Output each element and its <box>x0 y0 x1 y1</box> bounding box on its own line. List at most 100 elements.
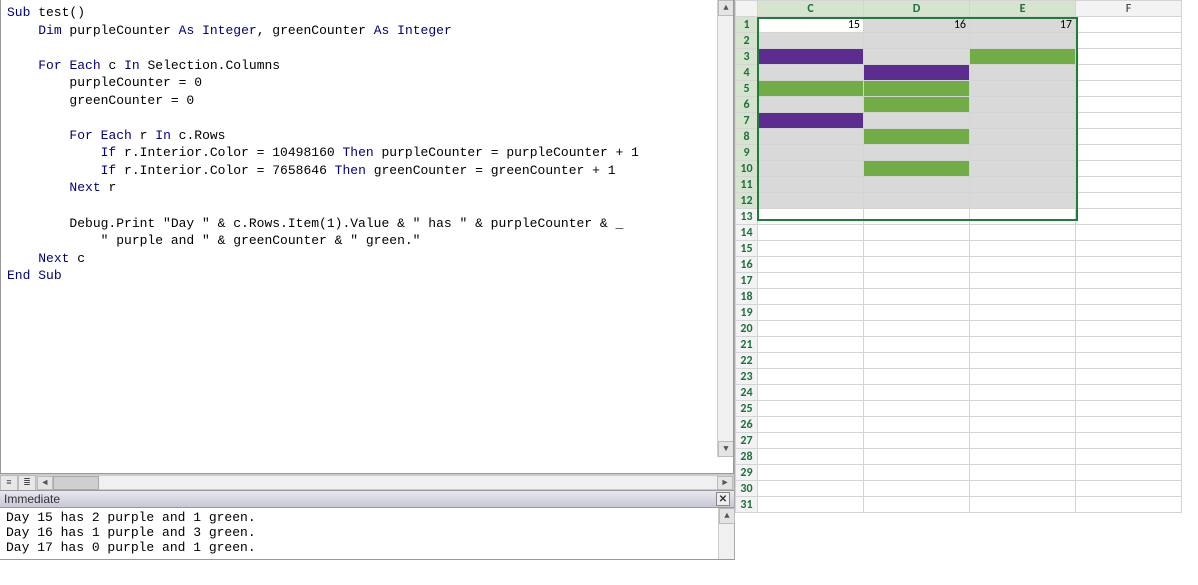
cell[interactable] <box>1076 337 1182 353</box>
row-header[interactable]: 14 <box>736 225 758 241</box>
row-header[interactable]: 22 <box>736 353 758 369</box>
cell[interactable] <box>1076 241 1182 257</box>
cell[interactable] <box>970 465 1076 481</box>
cell[interactable] <box>864 257 970 273</box>
cell[interactable] <box>864 481 970 497</box>
cell[interactable] <box>864 289 970 305</box>
full-view-icon[interactable]: ≣ <box>18 475 36 491</box>
cell[interactable] <box>864 305 970 321</box>
cell[interactable] <box>864 33 970 49</box>
row-header[interactable]: 2 <box>736 33 758 49</box>
cell[interactable] <box>864 401 970 417</box>
code-vertical-scrollbar[interactable]: ▲ ▼ <box>717 0 733 457</box>
row-header[interactable]: 29 <box>736 465 758 481</box>
cell[interactable] <box>1076 209 1182 225</box>
row-header[interactable]: 16 <box>736 257 758 273</box>
scroll-up-arrow[interactable]: ▲ <box>718 0 734 16</box>
cell[interactable] <box>758 449 864 465</box>
close-immediate-button[interactable]: ✕ <box>716 492 730 506</box>
column-header[interactable]: E <box>970 1 1076 17</box>
cell[interactable] <box>864 97 970 113</box>
cell[interactable] <box>864 49 970 65</box>
cell[interactable] <box>758 305 864 321</box>
cell[interactable] <box>970 161 1076 177</box>
row-header[interactable]: 10 <box>736 161 758 177</box>
cell[interactable] <box>970 417 1076 433</box>
cell[interactable] <box>1076 225 1182 241</box>
row-header[interactable]: 6 <box>736 97 758 113</box>
cell[interactable] <box>864 417 970 433</box>
cell[interactable] <box>970 337 1076 353</box>
spreadsheet-pane[interactable]: CDEF115161723456789101112131415161718192… <box>735 0 1198 560</box>
cell[interactable] <box>864 161 970 177</box>
cell[interactable] <box>1076 145 1182 161</box>
cell[interactable] <box>758 161 864 177</box>
cell[interactable] <box>1076 97 1182 113</box>
code-text[interactable]: Sub test() Dim purpleCounter As Integer,… <box>1 0 733 455</box>
cell[interactable] <box>758 337 864 353</box>
cell[interactable] <box>758 209 864 225</box>
cell[interactable] <box>1076 481 1182 497</box>
column-header[interactable]: D <box>864 1 970 17</box>
cell[interactable] <box>758 385 864 401</box>
cell[interactable]: 15 <box>758 17 864 33</box>
cell[interactable] <box>864 353 970 369</box>
cell[interactable] <box>1076 401 1182 417</box>
cell[interactable] <box>1076 81 1182 97</box>
cell[interactable] <box>970 209 1076 225</box>
cell[interactable] <box>758 241 864 257</box>
row-header[interactable]: 19 <box>736 305 758 321</box>
cell[interactable] <box>864 81 970 97</box>
cell[interactable] <box>970 81 1076 97</box>
row-header[interactable]: 18 <box>736 289 758 305</box>
row-header[interactable]: 9 <box>736 145 758 161</box>
row-header[interactable]: 13 <box>736 209 758 225</box>
code-editor[interactable]: Sub test() Dim purpleCounter As Integer,… <box>0 0 734 474</box>
cell[interactable] <box>1076 65 1182 81</box>
cell[interactable] <box>758 177 864 193</box>
cell[interactable] <box>864 369 970 385</box>
cell[interactable] <box>758 465 864 481</box>
cell[interactable] <box>864 337 970 353</box>
cell[interactable] <box>864 241 970 257</box>
cell[interactable] <box>758 417 864 433</box>
column-header[interactable]: C <box>758 1 864 17</box>
cell[interactable] <box>1076 369 1182 385</box>
cell[interactable] <box>970 113 1076 129</box>
cell[interactable] <box>864 273 970 289</box>
cell[interactable] <box>758 193 864 209</box>
cell[interactable] <box>758 145 864 161</box>
cell[interactable] <box>864 321 970 337</box>
scroll-down-arrow[interactable]: ▼ <box>718 441 734 457</box>
row-header[interactable]: 26 <box>736 417 758 433</box>
cell[interactable] <box>970 433 1076 449</box>
hscroll-right-arrow[interactable]: ► <box>717 476 733 490</box>
cell[interactable] <box>970 353 1076 369</box>
row-header[interactable]: 12 <box>736 193 758 209</box>
cell[interactable] <box>970 449 1076 465</box>
row-header[interactable]: 24 <box>736 385 758 401</box>
cell[interactable] <box>758 353 864 369</box>
cell[interactable] <box>758 129 864 145</box>
row-header[interactable]: 8 <box>736 129 758 145</box>
row-header[interactable]: 28 <box>736 449 758 465</box>
cell[interactable] <box>758 289 864 305</box>
cell[interactable] <box>1076 497 1182 513</box>
row-header[interactable]: 3 <box>736 49 758 65</box>
row-header[interactable]: 5 <box>736 81 758 97</box>
cell[interactable] <box>1076 17 1182 33</box>
cell[interactable] <box>758 369 864 385</box>
cell[interactable] <box>1076 385 1182 401</box>
proc-view-icon[interactable]: ≡ <box>0 475 18 491</box>
cell[interactable] <box>970 481 1076 497</box>
cell[interactable] <box>1076 113 1182 129</box>
hscroll-left-arrow[interactable]: ◄ <box>37 476 53 490</box>
cell[interactable] <box>970 289 1076 305</box>
immediate-window[interactable]: Day 15 has 2 purple and 1 green. Day 16 … <box>0 508 734 560</box>
cell[interactable] <box>864 497 970 513</box>
cell[interactable] <box>1076 417 1182 433</box>
cell[interactable] <box>864 193 970 209</box>
cell[interactable] <box>758 481 864 497</box>
cell[interactable] <box>970 369 1076 385</box>
cell[interactable] <box>864 145 970 161</box>
